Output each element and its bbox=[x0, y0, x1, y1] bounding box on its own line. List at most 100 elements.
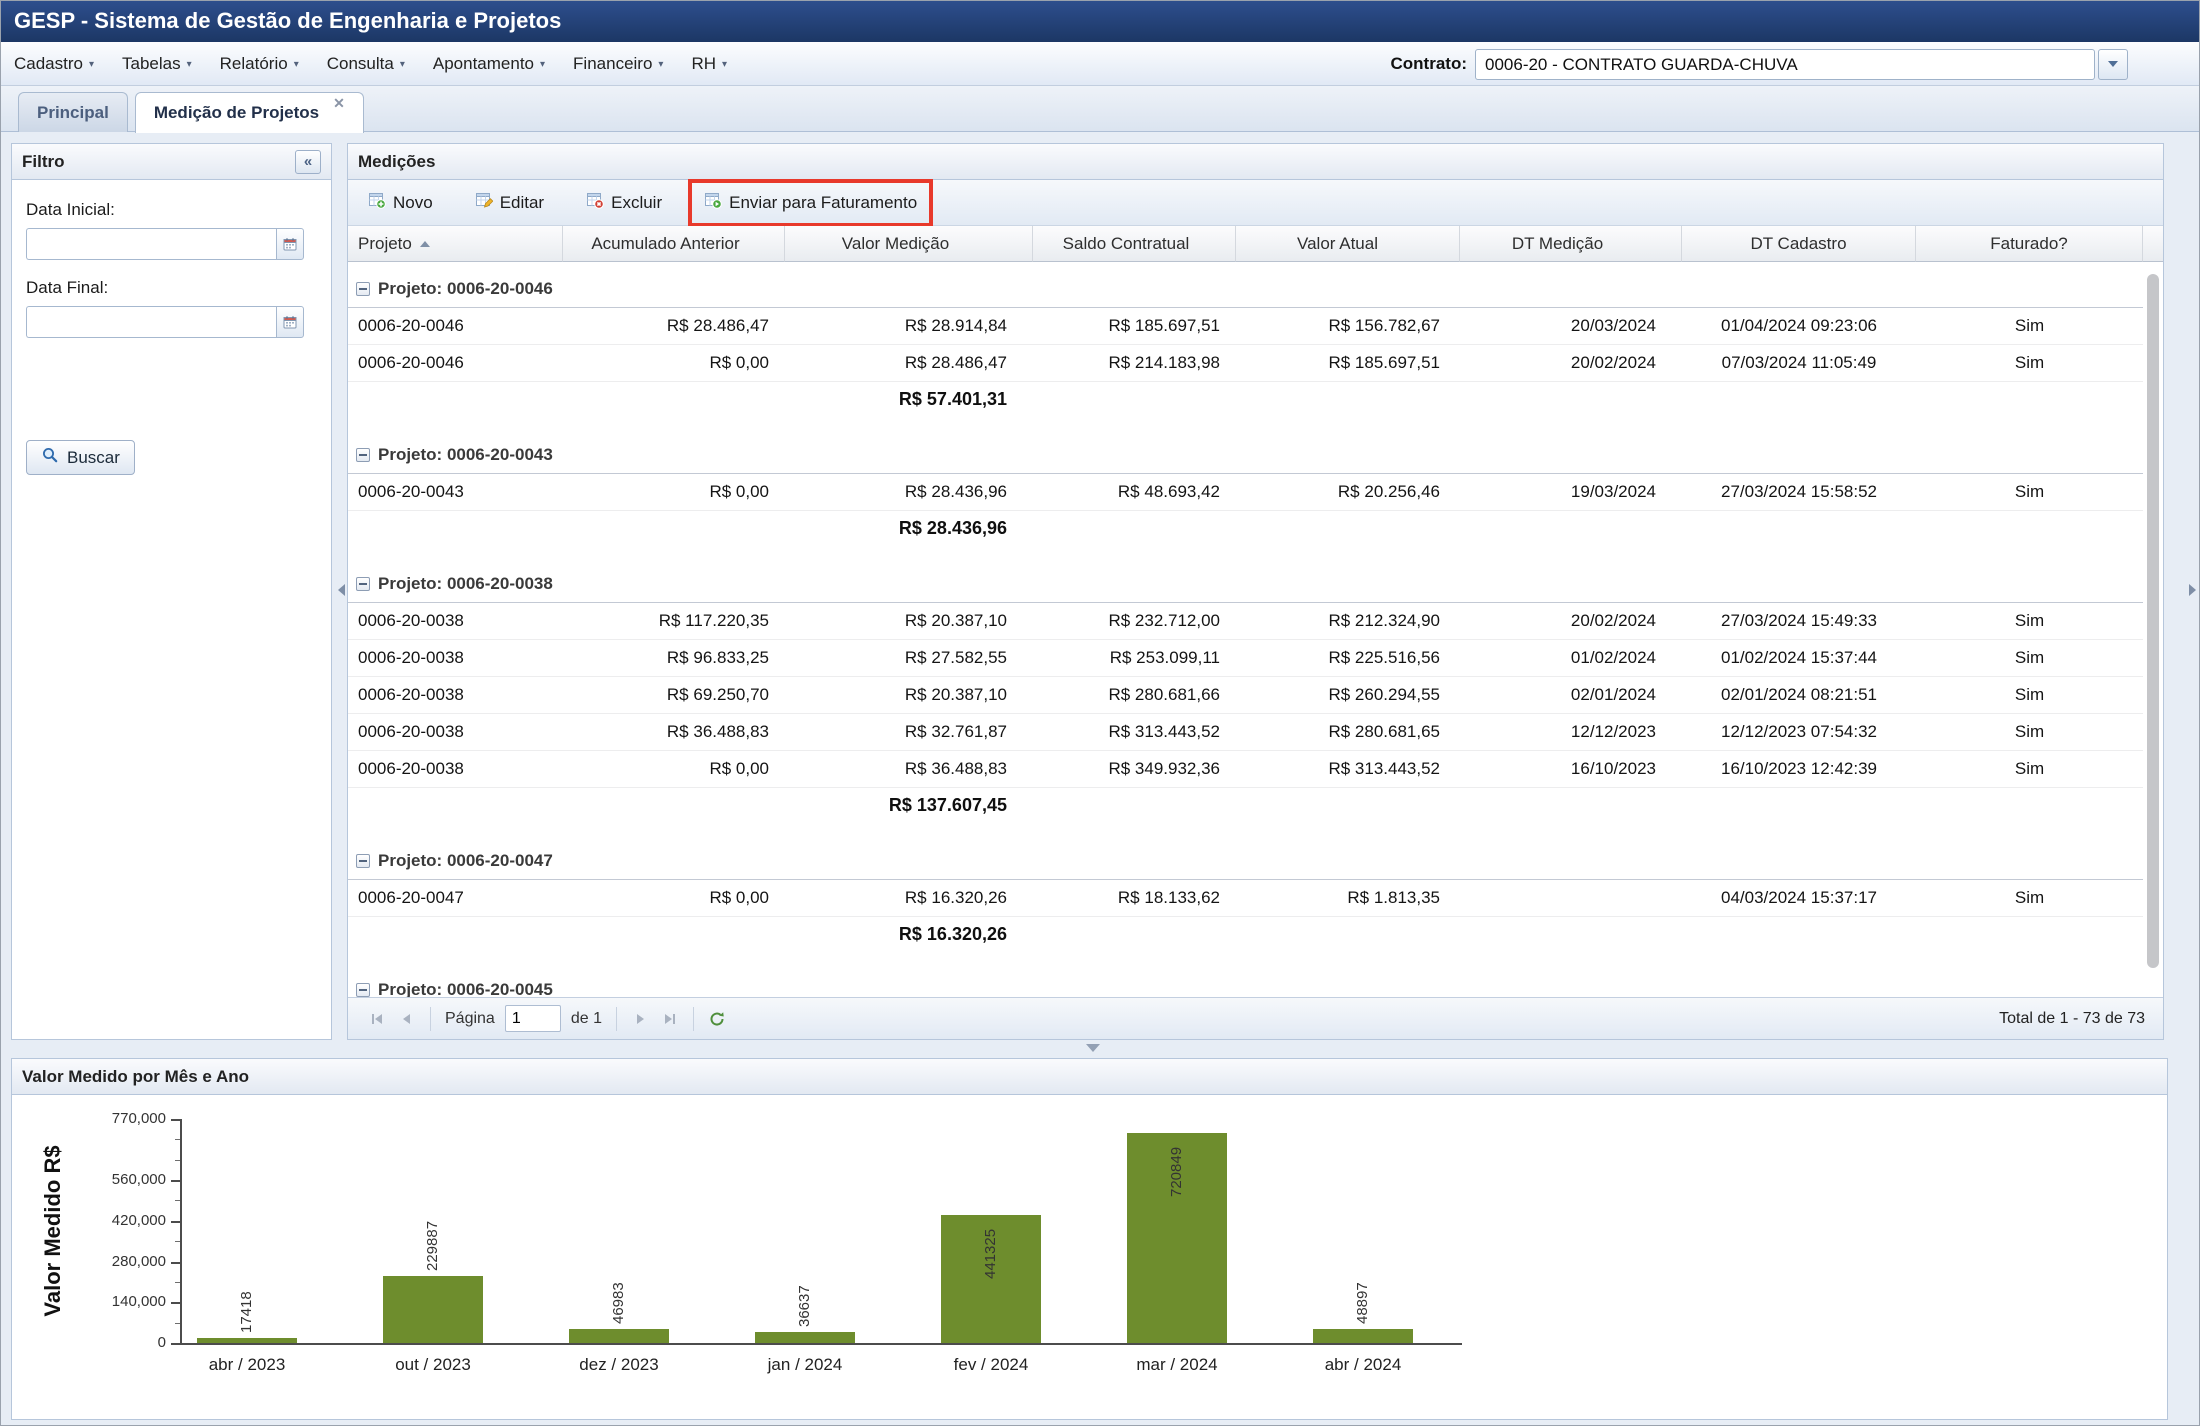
vertical-scrollbar-thumb[interactable] bbox=[2147, 274, 2159, 968]
collapse-filter-region-icon[interactable] bbox=[338, 584, 345, 596]
group-header[interactable]: Projeto: 0006-20-0038 bbox=[348, 565, 2143, 603]
group-header-label: Projeto: 0006-20-0046 bbox=[378, 279, 553, 299]
collapse-group-icon[interactable] bbox=[356, 448, 370, 462]
grid-cell: R$ 28.436,96 bbox=[785, 474, 1033, 510]
group-summary-row: R$ 16.320,26 bbox=[348, 917, 2143, 955]
collapse-panel-icon[interactable]: « bbox=[295, 150, 321, 174]
toolbar-button-enviar-para-faturamento[interactable]: Enviar para Faturamento bbox=[696, 187, 925, 219]
chart-bar bbox=[755, 1332, 855, 1343]
chevron-down-icon: ▾ bbox=[400, 59, 405, 70]
column-header-projeto[interactable]: Projeto bbox=[348, 226, 563, 262]
grid-cell bbox=[1236, 511, 1460, 549]
grid-row[interactable]: 0006-20-0038R$ 36.488,83R$ 32.761,87R$ 3… bbox=[348, 714, 2143, 751]
menu-items: Cadastro▾Tabelas▾Relatório▾Consulta▾Apon… bbox=[0, 42, 741, 86]
calendar-icon[interactable] bbox=[276, 228, 304, 260]
grid-cell: R$ 0,00 bbox=[563, 880, 785, 916]
medicoes-toolbar: Novo Editar Excluir Enviar para Faturame… bbox=[348, 180, 2163, 226]
grid-cell bbox=[1033, 917, 1236, 955]
grid-cell bbox=[1682, 917, 1916, 955]
group-header[interactable]: Projeto: 0006-20-0046 bbox=[348, 270, 2143, 308]
buscar-button[interactable]: Buscar bbox=[26, 440, 135, 475]
column-header-dt-cadastro[interactable]: DT Cadastro bbox=[1682, 226, 1916, 262]
column-header-faturado-[interactable]: Faturado? bbox=[1916, 226, 2143, 262]
collapse-group-icon[interactable] bbox=[356, 983, 370, 997]
collapse-group-icon[interactable] bbox=[356, 854, 370, 868]
menu-relat-rio[interactable]: Relatório▾ bbox=[206, 42, 313, 86]
chart-bar bbox=[383, 1276, 483, 1343]
calendar-icon[interactable] bbox=[276, 306, 304, 338]
grid-cell bbox=[1460, 511, 1682, 549]
tab-medicao-de-projetos[interactable]: Medição de Projetos ✕ bbox=[135, 92, 364, 133]
collapse-right-region-icon[interactable] bbox=[2189, 584, 2196, 596]
data-final-input[interactable] bbox=[26, 306, 276, 338]
tab-principal[interactable]: Principal bbox=[18, 92, 128, 132]
grid-row[interactable]: 0006-20-0038R$ 0,00R$ 36.488,83R$ 349.93… bbox=[348, 751, 2143, 788]
grid-cell: R$ 27.582,55 bbox=[785, 640, 1033, 676]
grid-row[interactable]: 0006-20-0046R$ 28.486,47R$ 28.914,84R$ 1… bbox=[348, 308, 2143, 345]
grid-cell: 0006-20-0043 bbox=[348, 474, 563, 510]
grid-row[interactable]: 0006-20-0038R$ 96.833,25R$ 27.582,55R$ 2… bbox=[348, 640, 2143, 677]
previous-page-button[interactable] bbox=[392, 1004, 422, 1034]
grid-row[interactable]: 0006-20-0038R$ 117.220,35R$ 20.387,10R$ … bbox=[348, 603, 2143, 640]
grid-cell: 16/10/2023 bbox=[1460, 751, 1682, 787]
title-bar: GESP - Sistema de Gestão de Engenharia e… bbox=[0, 0, 2200, 42]
grid-cell bbox=[1916, 917, 2143, 955]
toolbar-button-novo[interactable]: Novo bbox=[360, 187, 441, 219]
grid-cell bbox=[563, 788, 785, 826]
menu-bar: Cadastro▾Tabelas▾Relatório▾Consulta▾Apon… bbox=[0, 42, 2200, 86]
column-header-acumulado-anterior[interactable]: Acumulado Anterior bbox=[563, 226, 785, 262]
grid-cell: R$ 20.387,10 bbox=[785, 603, 1033, 639]
grid-row[interactable]: 0006-20-0047R$ 0,00R$ 16.320,26R$ 18.133… bbox=[348, 880, 2143, 917]
column-header-dt-medi-o[interactable]: DT Medição bbox=[1460, 226, 1682, 262]
page-number-input[interactable] bbox=[505, 1005, 561, 1032]
bar-value-label: 17418 bbox=[238, 1291, 255, 1333]
group-header[interactable]: Projeto: 0006-20-0047 bbox=[348, 842, 2143, 880]
grid-row[interactable]: 0006-20-0038R$ 69.250,70R$ 20.387,10R$ 2… bbox=[348, 677, 2143, 714]
grid-cell: R$ 69.250,70 bbox=[563, 677, 785, 713]
grid-row[interactable]: 0006-20-0043R$ 0,00R$ 28.436,96R$ 48.693… bbox=[348, 474, 2143, 511]
grid-cell: Sim bbox=[1916, 640, 2143, 676]
group-header-label: Projeto: 0006-20-0045 bbox=[378, 980, 553, 998]
menu-rh[interactable]: RH▾ bbox=[677, 42, 741, 86]
data-inicial-input[interactable] bbox=[26, 228, 276, 260]
first-page-button[interactable] bbox=[362, 1004, 392, 1034]
toolbar-separator bbox=[616, 1007, 617, 1031]
toolbar-button-excluir[interactable]: Excluir bbox=[578, 187, 670, 219]
y-minor-tick bbox=[175, 1160, 180, 1161]
grid-cell: 0006-20-0038 bbox=[348, 603, 563, 639]
contract-combobox[interactable]: 0006-20 - CONTRATO GUARDA-CHUVA bbox=[1475, 49, 2095, 80]
column-header-valor-medi-o[interactable]: Valor Medição bbox=[785, 226, 1033, 262]
menu-tabelas[interactable]: Tabelas▾ bbox=[108, 42, 206, 86]
collapse-group-icon[interactable] bbox=[356, 577, 370, 591]
grid-cell: R$ 156.782,67 bbox=[1236, 308, 1460, 344]
contract-dropdown-trigger[interactable] bbox=[2098, 49, 2128, 80]
grid-header-row: ProjetoAcumulado AnteriorValor MediçãoSa… bbox=[348, 226, 2163, 262]
grid-row[interactable]: 0006-20-0046R$ 0,00R$ 28.486,47R$ 214.18… bbox=[348, 345, 2143, 382]
column-header-saldo-contratual[interactable]: Saldo Contratual bbox=[1033, 226, 1236, 262]
menu-apontamento[interactable]: Apontamento▾ bbox=[419, 42, 559, 86]
contract-label: Contrato: bbox=[1391, 54, 1467, 74]
menu-financeiro[interactable]: Financeiro▾ bbox=[559, 42, 677, 86]
splitter-handle-icon[interactable] bbox=[1086, 1044, 1100, 1052]
grid-cell: R$ 20.387,10 bbox=[785, 677, 1033, 713]
close-tab-icon[interactable]: ✕ bbox=[333, 93, 345, 113]
menu-consulta[interactable]: Consulta▾ bbox=[313, 42, 419, 86]
chart-title: Valor Medido por Mês e Ano bbox=[22, 1067, 249, 1087]
data-inicial-label: Data Inicial: bbox=[26, 200, 317, 220]
last-page-button[interactable] bbox=[655, 1004, 685, 1034]
medicoes-panel-title: Medições bbox=[358, 152, 435, 172]
toolbar-button-editar[interactable]: Editar bbox=[467, 187, 552, 219]
bar-value-label: 46983 bbox=[610, 1282, 627, 1324]
refresh-button[interactable] bbox=[702, 1004, 732, 1034]
grid-cell bbox=[1236, 382, 1460, 420]
group-header[interactable]: Projeto: 0006-20-0043 bbox=[348, 436, 2143, 474]
menu-cadastro[interactable]: Cadastro▾ bbox=[0, 42, 108, 86]
grid-cell: Sim bbox=[1916, 308, 2143, 344]
collapse-group-icon[interactable] bbox=[356, 282, 370, 296]
next-page-button[interactable] bbox=[625, 1004, 655, 1034]
chevron-down-icon bbox=[2108, 61, 2118, 67]
x-tick-label: abr / 2023 bbox=[154, 1355, 340, 1375]
grid-cell bbox=[1033, 511, 1236, 549]
column-header-valor-atual[interactable]: Valor Atual bbox=[1236, 226, 1460, 262]
group-header[interactable]: Projeto: 0006-20-0045 bbox=[348, 971, 2143, 997]
